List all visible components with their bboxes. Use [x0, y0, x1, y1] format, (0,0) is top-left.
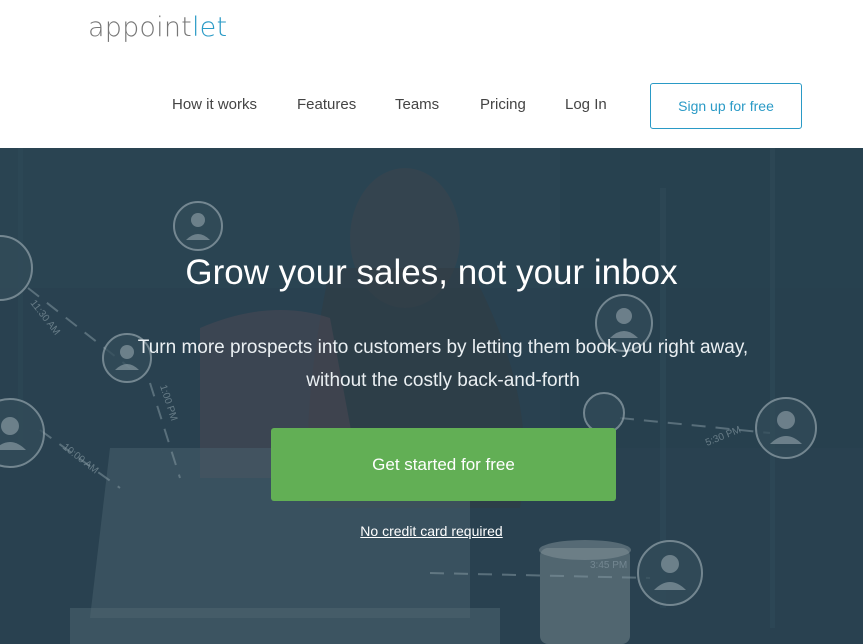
nav-teams[interactable]: Teams	[395, 96, 439, 113]
sign-up-button[interactable]: Sign up for free	[650, 83, 802, 129]
nav-how-it-works[interactable]: How it works	[172, 96, 257, 113]
no-credit-card-link[interactable]: No credit card required	[0, 523, 863, 539]
site-header: appointlet How it works Features Teams P…	[0, 0, 863, 148]
nav-log-in[interactable]: Log In	[565, 96, 607, 113]
hero-headline: Grow your sales, not your inbox	[185, 253, 678, 292]
nav-pricing[interactable]: Pricing	[480, 96, 526, 113]
hero-section: 11:30 AM 1:00 PM 10:00 AM 5:30 PM 3:45 P…	[0, 148, 863, 644]
brand-logo[interactable]: appointlet	[88, 12, 227, 43]
nav-features[interactable]: Features	[297, 96, 356, 113]
hero-subheadline: Turn more prospects into customers by le…	[137, 337, 749, 391]
get-started-button[interactable]: Get started for free	[271, 428, 616, 501]
